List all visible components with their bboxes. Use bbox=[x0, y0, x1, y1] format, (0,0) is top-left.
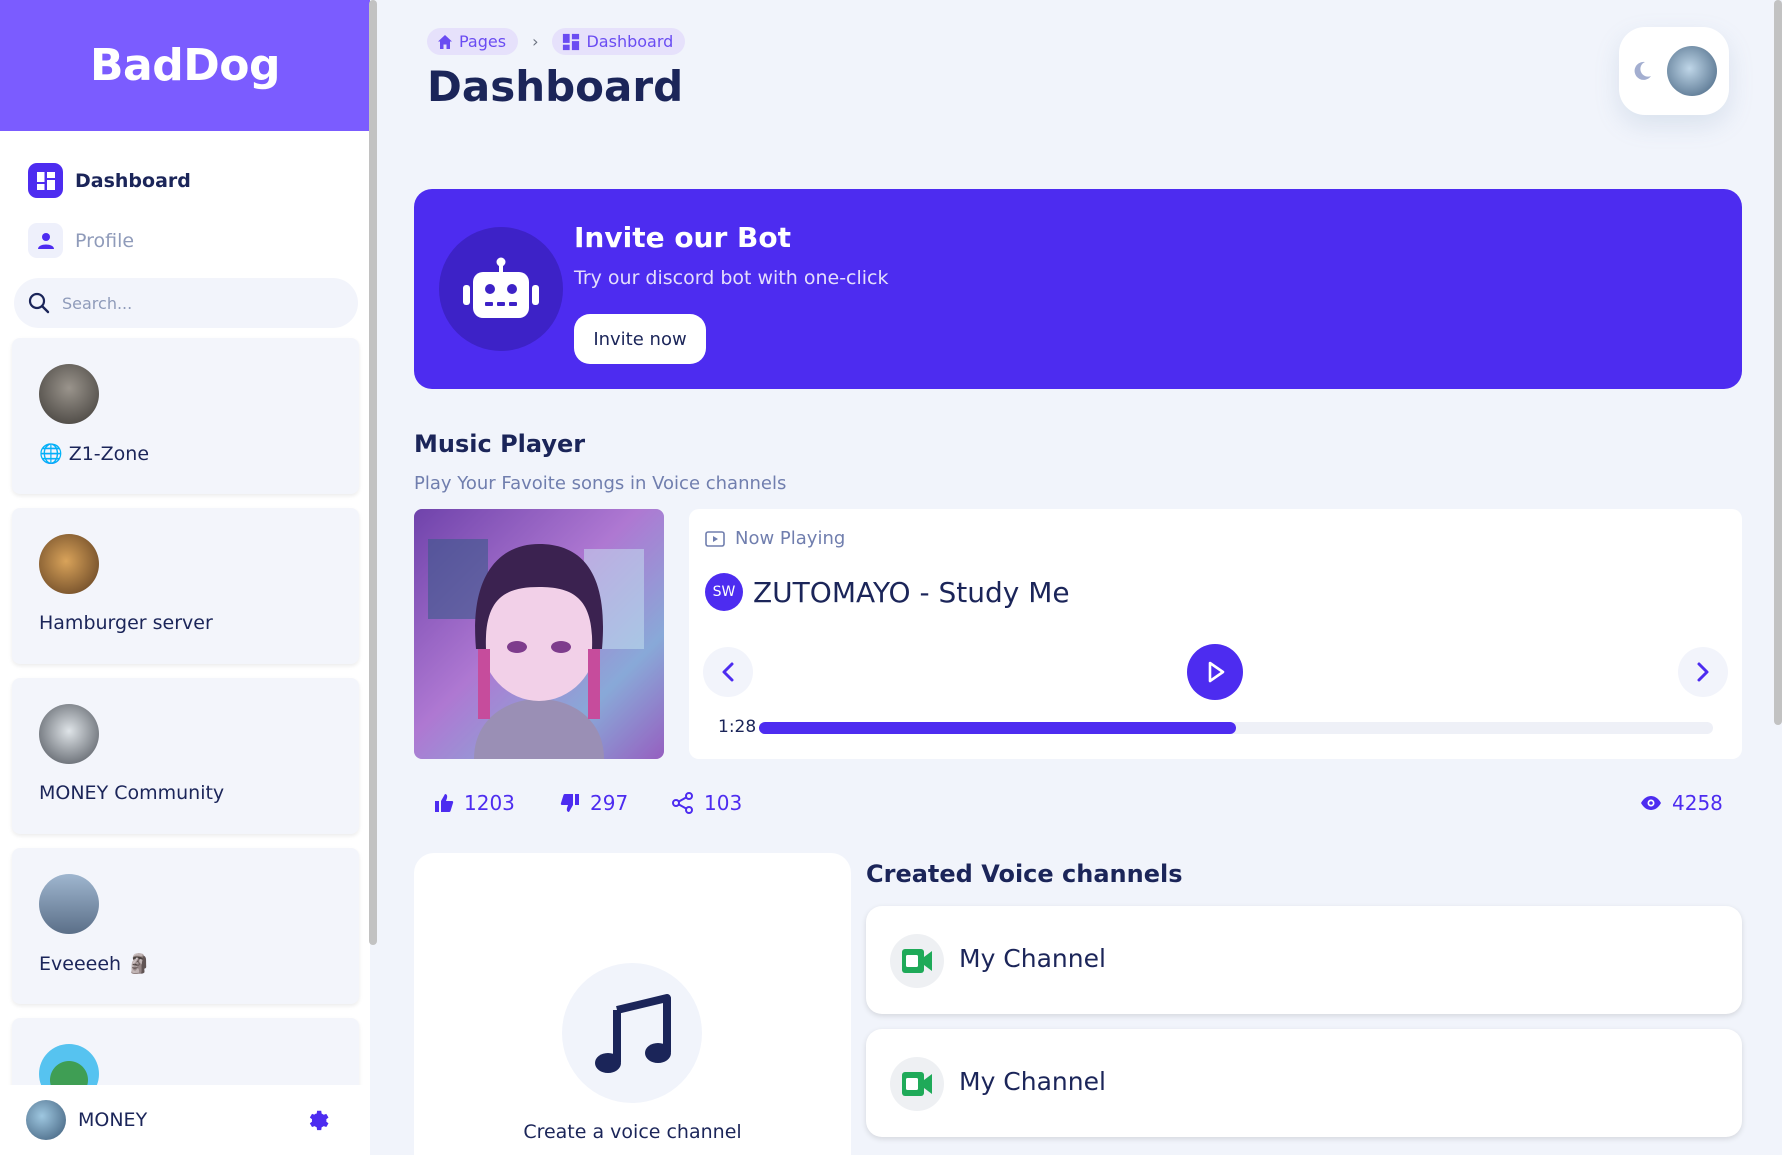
page-title: Dashboard bbox=[427, 62, 684, 111]
video-call-icon bbox=[890, 1057, 944, 1111]
album-cover bbox=[414, 509, 664, 759]
dislike-button[interactable]: 297 bbox=[560, 785, 628, 821]
music-player-subtitle: Play Your Favoite songs in Voice channel… bbox=[414, 473, 787, 494]
like-count: 1203 bbox=[464, 791, 515, 815]
server-avatar bbox=[39, 364, 99, 424]
share-icon bbox=[672, 792, 693, 814]
view-count-badge: 4258 bbox=[1640, 785, 1723, 821]
server-name: 🌐 Z1-Zone bbox=[39, 443, 150, 465]
user-name: MONEY bbox=[78, 1109, 148, 1131]
server-name: MONEY Community bbox=[39, 782, 225, 804]
chevron-right-icon bbox=[1697, 662, 1709, 682]
voice-channel-item[interactable]: My Channel bbox=[866, 906, 1742, 1014]
gear-icon[interactable] bbox=[304, 1107, 330, 1133]
server-avatar bbox=[39, 704, 99, 764]
share-button[interactable]: 103 bbox=[672, 785, 742, 821]
main-scrollbar[interactable] bbox=[1774, 0, 1782, 725]
server-list: 🌐 Z1-Zone Hamburger server MONEY Communi… bbox=[12, 338, 359, 1155]
server-card[interactable]: Hamburger server bbox=[12, 508, 359, 664]
server-name: Eveeeeh 🗿 bbox=[39, 953, 151, 975]
breadcrumb-dashboard[interactable]: Dashboard bbox=[552, 28, 686, 55]
thumbs-down-icon bbox=[560, 794, 579, 812]
next-button[interactable] bbox=[1678, 647, 1728, 697]
dashboard-icon bbox=[563, 33, 580, 50]
moon-icon[interactable] bbox=[1631, 60, 1653, 82]
chevron-left-icon bbox=[722, 662, 734, 682]
nav-label-dashboard: Dashboard bbox=[75, 169, 191, 192]
track-row: SW ZUTOMAYO - Study Me bbox=[705, 573, 1070, 611]
breadcrumb-pages-label: Pages bbox=[459, 32, 507, 51]
server-avatar bbox=[39, 534, 99, 594]
video-play-icon bbox=[705, 530, 725, 547]
channel-name: My Channel bbox=[959, 944, 1106, 973]
sidebar: BadDog Dashboard Profile Search... 🌐 Z1-… bbox=[0, 0, 370, 1155]
created-voice-channels-title: Created Voice channels bbox=[866, 860, 1183, 888]
invite-bot-banner: Invite our Bot Try our discord bot with … bbox=[414, 189, 1742, 389]
main-content: Pages › Dashboard Dashboard Invite our B… bbox=[377, 0, 1782, 1155]
previous-button[interactable] bbox=[703, 647, 753, 697]
avatar[interactable] bbox=[1667, 46, 1717, 96]
user-footer: MONEY bbox=[0, 1085, 370, 1155]
like-button[interactable]: 1203 bbox=[434, 785, 515, 821]
create-voice-channel-card[interactable]: Create a voice channel bbox=[414, 853, 851, 1155]
eye-icon bbox=[1641, 796, 1661, 810]
server-avatar bbox=[39, 874, 99, 934]
breadcrumb-separator: › bbox=[532, 32, 539, 51]
breadcrumb: Pages › Dashboard bbox=[427, 28, 686, 55]
invite-now-button[interactable]: Invite now bbox=[574, 314, 706, 364]
brand-header[interactable]: BadDog bbox=[0, 0, 370, 131]
nav-item-profile[interactable]: Profile bbox=[28, 223, 134, 258]
voice-channel-item[interactable]: My Channel bbox=[866, 1029, 1742, 1137]
now-playing-header: Now Playing bbox=[705, 528, 845, 549]
channel-name: My Channel bbox=[959, 1067, 1106, 1096]
robot-icon bbox=[439, 227, 563, 351]
view-count: 4258 bbox=[1672, 791, 1723, 815]
breadcrumb-current-label: Dashboard bbox=[586, 32, 674, 51]
search-input[interactable] bbox=[62, 293, 322, 313]
invite-title: Invite our Bot bbox=[574, 221, 792, 254]
dashboard-icon bbox=[28, 163, 63, 198]
share-count: 103 bbox=[704, 791, 743, 815]
music-player-title: Music Player bbox=[414, 430, 586, 458]
server-card[interactable]: 🌐 Z1-Zone bbox=[12, 338, 359, 494]
progress-fill bbox=[759, 722, 1236, 734]
video-call-icon bbox=[890, 934, 944, 988]
server-card[interactable]: Eveeeeh 🗿 bbox=[12, 848, 359, 1004]
nav-label-profile: Profile bbox=[75, 229, 135, 252]
breadcrumb-pages[interactable]: Pages bbox=[427, 28, 519, 55]
invite-subtitle: Try our discord bot with one-click bbox=[574, 267, 889, 289]
music-note-icon bbox=[562, 963, 702, 1103]
search-icon bbox=[28, 292, 50, 314]
user-avatar[interactable] bbox=[26, 1100, 66, 1140]
now-playing-label: Now Playing bbox=[735, 528, 846, 549]
play-icon bbox=[1208, 661, 1225, 683]
brand-logo-text: BadDog bbox=[90, 40, 280, 91]
thumbs-up-icon bbox=[435, 794, 454, 812]
play-button[interactable] bbox=[1187, 644, 1243, 700]
server-card[interactable]: MONEY Community bbox=[12, 678, 359, 834]
nav-item-dashboard[interactable]: Dashboard bbox=[28, 163, 191, 198]
sidebar-scrollbar[interactable] bbox=[369, 0, 377, 945]
now-playing-card: Now Playing SW ZUTOMAYO - Study Me 1:28 bbox=[689, 509, 1742, 759]
artist-badge: SW bbox=[705, 573, 743, 611]
track-title: ZUTOMAYO - Study Me bbox=[753, 575, 1070, 609]
progress-bar[interactable] bbox=[759, 722, 1713, 734]
search-box bbox=[14, 278, 358, 328]
server-name: Hamburger server bbox=[39, 612, 213, 634]
top-right-controls bbox=[1619, 27, 1729, 115]
home-icon bbox=[438, 34, 452, 49]
person-icon bbox=[28, 223, 63, 258]
elapsed-time: 1:28 bbox=[718, 717, 757, 737]
dislike-count: 297 bbox=[590, 791, 629, 815]
create-voice-channel-label: Create a voice channel bbox=[523, 1121, 742, 1143]
